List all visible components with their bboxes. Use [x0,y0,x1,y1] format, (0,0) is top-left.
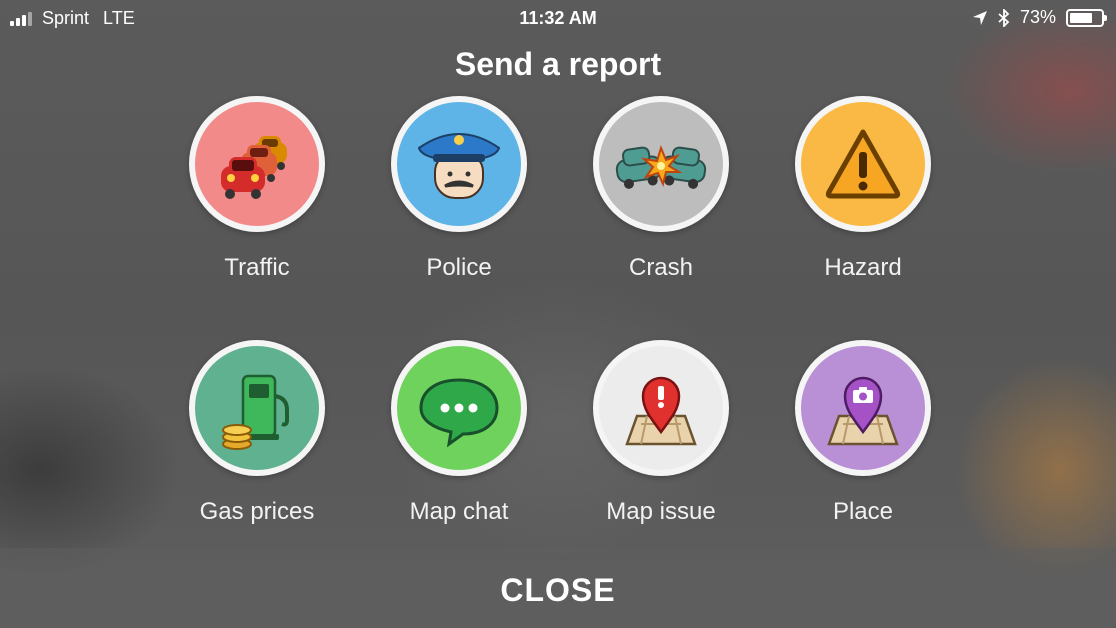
report-label: Crash [628,254,694,281]
traffic-cars-icon [221,136,287,199]
map-issue-pin-icon [625,376,697,446]
report-label: Place [832,498,894,525]
battery-percent: 73% [1019,7,1056,27]
police-officer-icon [417,133,501,199]
page-title: Send a report [454,46,662,82]
map-issue-circle[interactable] [593,340,729,476]
report-map-issue-button[interactable]: Map issue [561,340,761,526]
clock: 11:32 AM [519,8,597,28]
crash-circle[interactable] [593,96,729,232]
report-crash-button[interactable]: Crash [561,96,761,282]
gas-pump-icon [222,374,289,450]
report-gas-prices-button[interactable]: Gas prices [157,340,357,526]
chat-bubble-icon [419,378,499,448]
hazard-circle[interactable] [795,96,931,232]
bluetooth-icon [998,8,1010,27]
report-label: Traffic [224,254,290,281]
map-chat-circle[interactable] [391,340,527,476]
warning-triangle-icon [825,129,901,199]
status-bar: Sprint LTE 11:32 AM 73% [0,0,1116,36]
report-hazard-button[interactable]: Hazard [763,96,963,282]
report-label: Police [426,254,492,281]
traffic-circle[interactable] [189,96,325,232]
battery-icon [1066,8,1107,27]
gas-prices-circle[interactable] [189,340,325,476]
report-label: Gas prices [199,498,315,525]
place-circle[interactable] [795,340,931,476]
report-police-button[interactable]: Police [359,96,559,282]
blurred-map-background [0,0,1116,628]
report-traffic-button[interactable]: Traffic [157,96,357,282]
close-button[interactable]: CLOSE [0,572,1116,609]
report-place-button[interactable]: Place [763,340,963,526]
report-label: Map issue [606,498,716,525]
car-crash-icon [615,145,707,189]
police-circle[interactable] [391,96,527,232]
report-label: Hazard [824,254,902,281]
camera-pin-icon [827,376,899,446]
location-arrow-icon [972,10,987,25]
report-map-chat-button[interactable]: Map chat [359,340,559,526]
report-label: Map chat [409,498,509,525]
